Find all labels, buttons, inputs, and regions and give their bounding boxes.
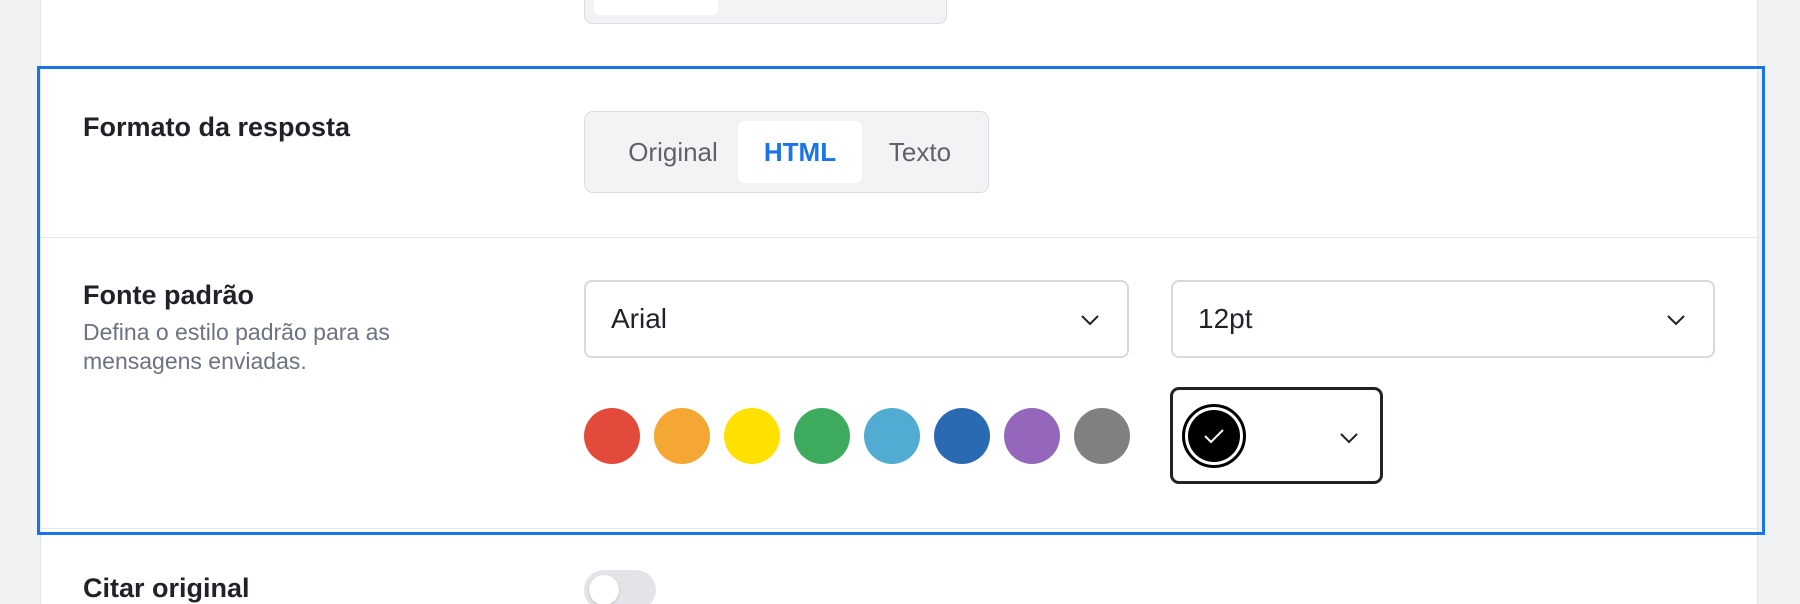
reply-format-option-text[interactable]: Texto [860,121,980,183]
reply-format-label: Formato da resposta [83,112,351,142]
previous-segmented-active-option[interactable] [594,0,718,15]
selected-color-swatch [1188,410,1240,462]
font-size-value: 12pt [1198,303,1253,334]
selected-color-ring [1182,404,1246,468]
color-swatch-yellow[interactable] [724,408,780,464]
reply-format-segmented-control[interactable]: Original HTML Texto [584,111,989,193]
bottom-divider [41,528,1759,529]
color-swatch-blue[interactable] [934,408,990,464]
quote-original-toggle[interactable] [584,570,656,604]
default-font-label: Fonte padrão [83,280,255,310]
color-swatch-orange[interactable] [654,408,710,464]
font-size-select[interactable]: 12pt [1171,280,1715,358]
reply-format-option-html[interactable]: HTML [738,121,862,183]
color-swatch-red[interactable] [584,408,640,464]
font-family-value: Arial [611,303,668,334]
color-swatch-gray[interactable] [1074,408,1130,464]
chevron-down-icon [1667,315,1685,326]
chevron-down-icon [1340,433,1358,444]
toggle-knob [589,575,619,604]
chevron-down-icon [1081,315,1099,326]
color-swatch-light-blue[interactable] [864,408,920,464]
checkmark-icon [1204,429,1224,444]
reply-format-option-original[interactable]: Original [603,121,743,183]
section-divider [41,237,1759,238]
font-family-select[interactable]: Arial [584,280,1129,358]
color-swatch-green[interactable] [794,408,850,464]
previous-segmented-control[interactable] [584,0,947,24]
quote-original-label: Citar original [83,573,250,603]
font-color-select[interactable] [1170,387,1383,484]
default-font-description: Defina o estilo padrão para as mensagens… [83,319,390,374]
top-divider [41,66,1759,67]
color-swatch-purple[interactable] [1004,408,1060,464]
